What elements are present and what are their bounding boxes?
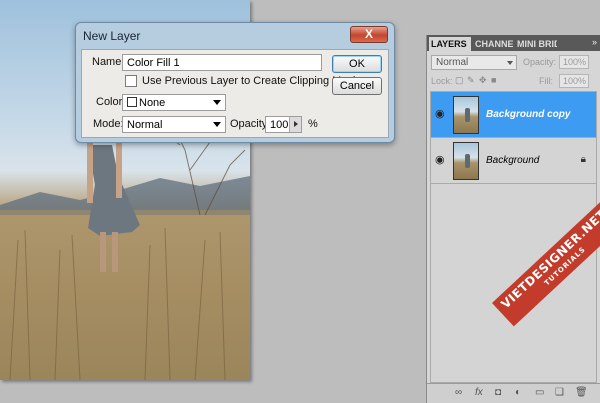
clipping-mask-label: Use Previous Layer to Create Clipping Ma… <box>142 75 359 87</box>
ok-button[interactable]: OK <box>332 55 382 73</box>
panel-opacity-value[interactable]: 100% <box>559 55 589 69</box>
layers-panel: LAYERS CHANNELS MINI BRIDGE » Normal Opa… <box>426 35 600 403</box>
chevron-down-icon <box>213 122 221 127</box>
eye-icon[interactable]: ◉ <box>435 154 447 166</box>
layer-row-background[interactable]: ◉ Background 🔒︎ <box>431 138 596 184</box>
adjustment-layer-icon[interactable]: ◐ <box>515 387 521 398</box>
fill-value[interactable]: 100% <box>559 74 589 88</box>
tab-mini-bridge[interactable]: MINI BRIDGE <box>515 37 557 51</box>
opacity-value: 100 <box>270 119 289 131</box>
blend-mode-value: Normal <box>436 57 469 68</box>
link-layers-icon[interactable]: ∞ <box>455 387 462 398</box>
dialog-titlebar[interactable]: New Layer X <box>76 23 394 49</box>
color-swatch <box>127 97 137 107</box>
opacity-slider-arrow-icon[interactable] <box>289 117 301 132</box>
color-label: Color: <box>96 96 126 108</box>
dialog-client-area: Name: Color Fill 1 Use Previous Layer to… <box>81 49 389 138</box>
lock-row: Lock: ▢ ✎ ✥ ■ Fill: 100% <box>431 74 596 89</box>
lock-move-icon[interactable]: ✥ <box>479 75 487 86</box>
color-value: None <box>139 97 166 109</box>
panel-bottom-bar: ∞ fx ◘ ◐ ▭ ❏ 🗑︎ <box>427 383 600 403</box>
new-layer-dialog: New Layer X Name: Color Fill 1 Use Previ… <box>75 22 395 143</box>
fill-label: Fill: <box>539 76 553 86</box>
close-icon: X <box>364 27 373 41</box>
lock-icon: 🔒︎ <box>580 154 586 165</box>
mode-value: Normal <box>127 119 163 131</box>
lock-transparent-icon[interactable]: ▢ <box>455 75 464 86</box>
trash-icon[interactable]: 🗑︎ <box>575 387 588 398</box>
panel-tabs: LAYERS CHANNELS MINI BRIDGE » <box>427 35 600 51</box>
tab-channels[interactable]: CHANNELS <box>473 37 513 51</box>
close-button[interactable]: X <box>350 26 388 43</box>
add-mask-icon[interactable]: ◘ <box>495 387 501 398</box>
new-layer-icon[interactable]: ❏ <box>555 387 564 398</box>
panel-menu-icon[interactable]: » <box>592 37 597 47</box>
blend-mode-select[interactable]: Normal <box>431 55 517 70</box>
opacity-input[interactable]: 100 <box>265 116 302 133</box>
name-input[interactable]: Color Fill 1 <box>122 54 322 71</box>
layer-name: Background <box>486 155 540 166</box>
layer-thumbnail <box>453 96 479 134</box>
color-select[interactable]: None <box>122 94 226 111</box>
clipping-mask-checkbox[interactable] <box>125 75 137 87</box>
eye-icon[interactable]: ◉ <box>435 108 447 120</box>
lock-label: Lock: <box>431 76 453 86</box>
panel-opacity-label: Opacity: <box>523 57 557 67</box>
mode-select[interactable]: Normal <box>122 116 226 133</box>
lock-all-icon[interactable]: ■ <box>491 75 496 85</box>
cancel-button[interactable]: Cancel <box>332 77 382 95</box>
name-label: Name: <box>92 56 125 68</box>
layer-row-background-copy[interactable]: ◉ Background copy <box>431 92 596 138</box>
layer-thumbnail <box>453 142 479 180</box>
layer-name: Background copy <box>486 109 571 120</box>
dialog-title: New Layer <box>83 29 141 43</box>
fx-icon[interactable]: fx <box>475 387 483 398</box>
tab-layers[interactable]: LAYERS <box>429 37 471 51</box>
chevron-down-icon <box>507 61 513 65</box>
group-folder-icon[interactable]: ▭ <box>535 387 544 398</box>
lock-brush-icon[interactable]: ✎ <box>467 75 475 86</box>
chevron-down-icon <box>213 100 221 105</box>
blend-row: Normal Opacity: 100% <box>431 55 596 71</box>
opacity-unit: % <box>308 118 318 130</box>
mode-label: Mode: <box>93 118 124 130</box>
